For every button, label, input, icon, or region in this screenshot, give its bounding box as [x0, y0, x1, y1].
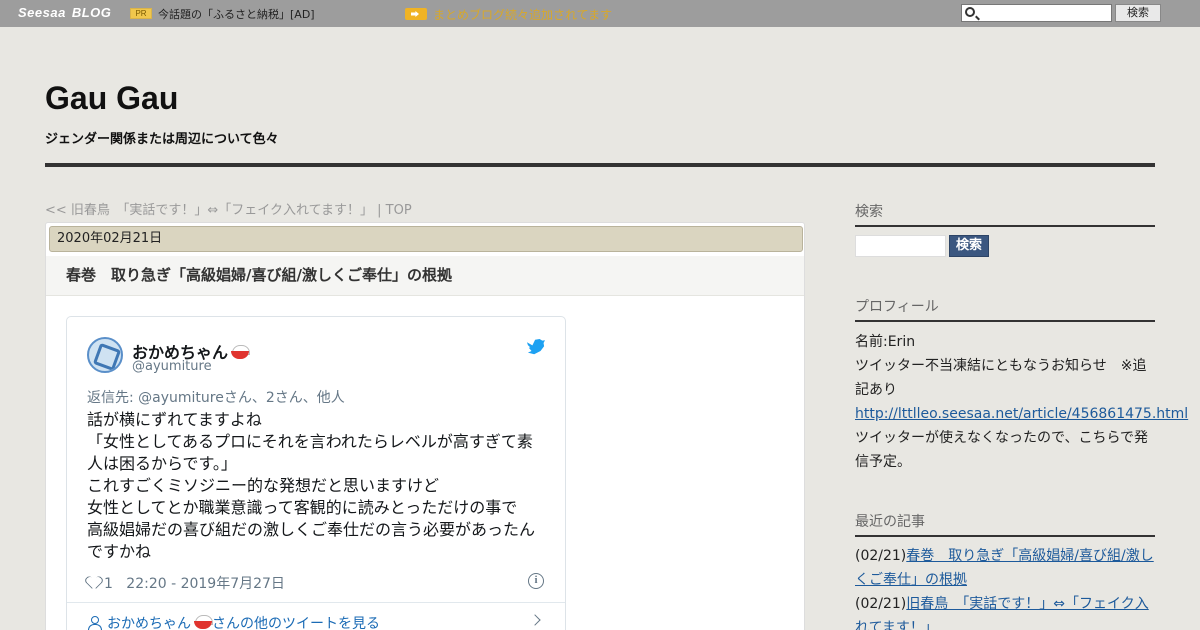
article-title-band: 春巻 取り急ぎ「高級娼婦/喜び組/激しくご奉仕」の根拠	[46, 256, 804, 296]
heart-icon[interactable]	[87, 576, 101, 589]
tweet-line: これすごくミソジニー的な発想だと思いますけど	[87, 476, 440, 495]
profile-link[interactable]: http://lttlleo.seesaa.net/article/456861…	[855, 406, 1188, 422]
list-item: (02/21)春巻 取り急ぎ「高級娼婦/喜び組/激しくご奉仕」の根拠	[855, 544, 1155, 592]
profile-notice: ツイッター不当凍結にともなうお知らせ ※追記あり	[855, 358, 1147, 398]
article: 2020年02月21日 春巻 取り急ぎ「高級娼婦/喜び組/激しくご奉仕」の根拠 …	[45, 222, 805, 630]
logo-blog: BLOG	[71, 5, 112, 20]
header-divider	[45, 163, 1155, 167]
sidebar-search-heading: 検索	[855, 201, 1155, 227]
pr-ad-link[interactable]: 今話題の「ふるさと納税」[AD]	[158, 6, 315, 22]
sidebar-profile-heading: プロフィール	[855, 296, 1155, 322]
info-icon[interactable]: i	[528, 573, 544, 589]
top-bar: Seesaa BLOG PR 今話題の「ふるさと納税」[AD] まとめブログ続々追…	[0, 0, 1200, 27]
tweet-line: 「女性としてあるプロにそれを言われたらレベルが高すぎて素	[87, 432, 533, 451]
profile-name: 名前:Erin	[855, 334, 916, 350]
twitter-bird-icon[interactable]	[527, 339, 545, 355]
tweet-reply-to: 返信先: @ayumitureさん、2さん、他人	[87, 390, 345, 406]
list-item: (02/21)旧春鳥 「実話です！」⇔「フェイク入れてます！」	[855, 592, 1155, 630]
arrow-right-icon	[405, 8, 427, 20]
tweet-line: 人は困るからです。」	[87, 454, 237, 473]
more-link-suffix: さんの他のツイートを見る	[212, 616, 380, 630]
profile-section: 名前:Erin ツイッター不当凍結にともなうお知らせ ※追記あり http://…	[855, 330, 1188, 474]
tweet-line: 高級娼婦だの喜び組だの激しくご奉仕だの言う必要があったん	[87, 520, 536, 539]
tweet-divider	[67, 602, 565, 603]
sidebar-search-input[interactable]	[855, 235, 946, 257]
sidebar-search-button[interactable]: 検索	[949, 235, 989, 257]
article-date: 2020年02月21日	[49, 226, 803, 252]
sidebar-recent-heading: 最近の記事	[855, 511, 1155, 537]
recent-articles: (02/21)春巻 取り急ぎ「高級娼婦/喜び組/激しくご奉仕」の根拠 (02/2…	[855, 544, 1155, 630]
site-description: ジェンダー関係または周辺について色々	[45, 132, 279, 147]
person-icon	[87, 616, 102, 630]
tweet-line: 話が横にずれてますよね	[87, 410, 262, 429]
top-link[interactable]: TOP	[386, 203, 412, 218]
site-title[interactable]: Gau Gau	[45, 80, 178, 117]
rice-bowl-icon	[194, 615, 213, 629]
seesaa-blog-logo[interactable]: Seesaa BLOG	[18, 5, 111, 20]
embedded-tweet: おかめちゃん @ayumiture 返信先: @ayumitureさん、2さん、…	[66, 316, 566, 630]
article-nav: << 旧春鳥 「実話です！」⇔「フェイク入れてます！」 | TOP	[45, 199, 412, 218]
logo-seesaa: Seesaa	[18, 5, 66, 20]
tweet-body: 話が横にずれてますよね 「女性としてあるプロにそれを言われたらレベルが高すぎて素…	[87, 409, 547, 563]
tweet-line: ですかね	[87, 542, 152, 561]
more-tweets-link[interactable]: おかめちゃん さんの他のツイートを見る	[87, 613, 380, 630]
rice-bowl-icon	[231, 345, 251, 359]
avatar[interactable]	[87, 337, 123, 373]
tweet-user-handle[interactable]: @ayumiture	[132, 359, 212, 374]
nav-separator: |	[373, 203, 386, 218]
prev-article-link[interactable]: << 旧春鳥 「実話です！」⇔「フェイク入れてます！」	[45, 203, 373, 218]
tweet-line: 女性としてとか職業意識って客観的に読みとっただけの事で	[87, 498, 518, 517]
news-link[interactable]: まとめブログ続々追加されてます	[433, 6, 612, 23]
chevron-right-icon[interactable]	[529, 614, 541, 626]
search-icon	[965, 7, 975, 17]
profile-note: ツイッターが使えなくなったので、こちらで発信予定。	[855, 430, 1149, 470]
pr-badge: PR	[130, 8, 152, 19]
tweet-meta: 1 22:20 - 2019年7月27日	[87, 573, 285, 593]
like-count: 1	[104, 576, 113, 592]
more-link-prefix: おかめちゃん	[107, 616, 191, 630]
article-title[interactable]: 春巻 取り急ぎ「高級娼婦/喜び組/激しくご奉仕」の根拠	[66, 264, 452, 285]
recent-date: (02/21)	[855, 548, 907, 564]
top-search-button[interactable]: 検索	[1115, 4, 1161, 22]
tweet-timestamp[interactable]: 22:20 - 2019年7月27日	[126, 576, 285, 592]
recent-date: (02/21)	[855, 596, 907, 612]
top-search-input[interactable]	[961, 4, 1112, 22]
